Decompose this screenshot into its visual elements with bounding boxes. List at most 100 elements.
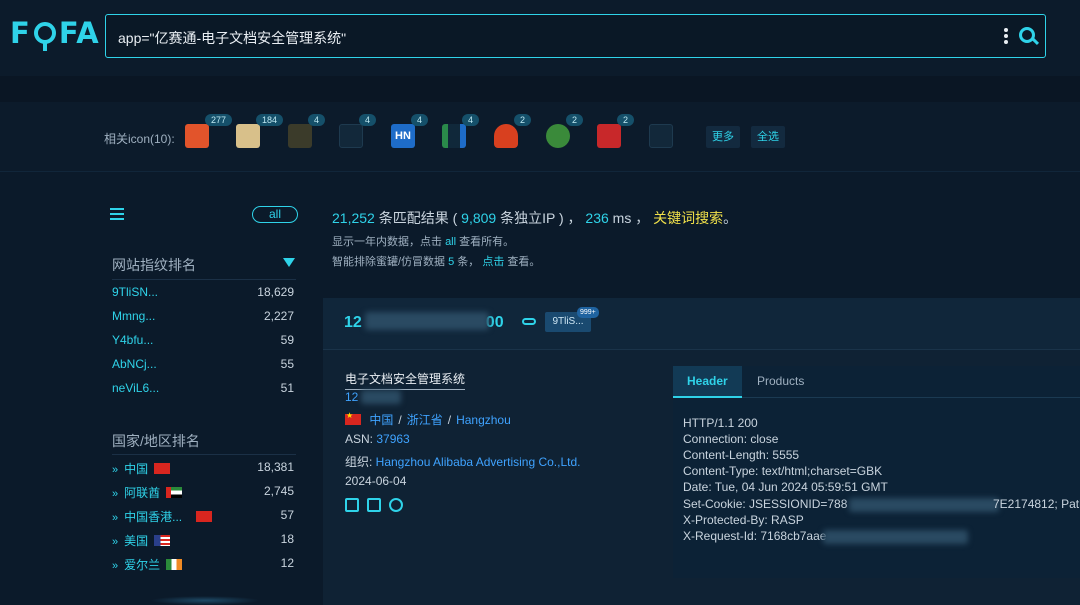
icon-count-badge: 4 <box>462 114 480 126</box>
hongkong-flag-icon <box>196 511 213 522</box>
ip-count: 9,809 <box>461 210 497 226</box>
redacted-cookie <box>849 498 999 512</box>
host-link[interactable]: 12 <box>345 390 358 404</box>
icon-count-badge: 2 <box>514 114 532 126</box>
region-name[interactable]: 中国 <box>124 462 148 476</box>
search-icon[interactable] <box>1019 27 1035 43</box>
result-org: 组织: Hangzhou Alibaba Advertising Co.,Ltd… <box>345 453 580 470</box>
note-text: 查看。 <box>504 256 541 268</box>
double-chevron-icon: » <box>112 560 119 572</box>
fingerprint-item[interactable]: neViL6... 51 <box>112 381 296 399</box>
fingerprint-item[interactable]: AbNCj... 55 <box>112 357 296 375</box>
fingerprint-name[interactable]: AbNCj... <box>112 357 157 371</box>
result-card: 1200 9TliS... 999+ 电子文档安全管理系统 12 中国 / 浙江省 /… <box>323 298 1080 605</box>
response-panel: Header Products HTTP/1.1 200 Connection:… <box>673 366 1080 578</box>
region-item[interactable]: » 爱尔兰 12 <box>112 556 296 574</box>
double-chevron-icon: » <box>112 536 119 548</box>
link-icon[interactable] <box>522 318 536 325</box>
region-name[interactable]: 阿联酋 <box>124 486 160 500</box>
result-title[interactable]: 电子文档安全管理系统 <box>345 370 466 390</box>
fingerprint-name[interactable]: Mmng... <box>112 309 155 323</box>
region-item[interactable]: » 中国 18,381 <box>112 460 296 478</box>
fingerprint-item[interactable]: Mmng... 2,227 <box>112 309 296 327</box>
fav-icon-8[interactable] <box>546 124 570 148</box>
fofa-logo[interactable]: F FA <box>10 16 100 51</box>
fingerprint-count: 2,227 <box>263 309 294 323</box>
summary-text: 。 <box>723 210 738 226</box>
region-item[interactable]: » 阿联酋 2,745 <box>112 484 296 502</box>
more-icons-button[interactable]: 更多 <box>706 126 740 148</box>
refresh-icon[interactable] <box>389 498 403 512</box>
tab-products[interactable]: Products <box>743 366 818 398</box>
fav-icon-3[interactable] <box>288 124 312 148</box>
asn-label: ASN: <box>345 432 377 446</box>
fav-icon-1[interactable] <box>185 124 209 148</box>
keyword-search-link[interactable]: 关键词搜索 <box>653 210 723 226</box>
tab-header[interactable]: Header <box>673 366 742 398</box>
fav-icon-5[interactable]: HN <box>391 124 415 148</box>
more-options-icon[interactable] <box>1003 28 1009 44</box>
region-item[interactable]: » 中国香港... 57 <box>112 508 296 526</box>
result-count: 21,252 <box>332 210 375 226</box>
fav-icon-7[interactable] <box>494 124 518 148</box>
funnel-icon[interactable] <box>283 258 295 267</box>
fingerprint-count: 55 <box>280 357 294 371</box>
related-icons-label: 相关icon(10): <box>104 132 175 146</box>
header-line: Set-Cookie: JSESSIONID=788 <box>683 497 848 511</box>
fingerprint-item[interactable]: 9TliSN... 18,629 <box>112 285 296 303</box>
header-line: HTTP/1.1 200 <box>683 416 758 430</box>
fav-icon-10[interactable] <box>649 124 673 148</box>
country-link[interactable]: 中国 <box>369 413 393 427</box>
search-bar[interactable]: app="亿赛通-电子文档安全管理系统" <box>105 14 1046 58</box>
summary-text: 条独立IP ) ， <box>496 210 586 226</box>
header-line: X-Protected-By: RASP <box>683 513 804 527</box>
region-count: 2,745 <box>263 484 294 498</box>
summary-note-year: 显示一年内数据，点击 all 查看所有。 <box>332 233 514 249</box>
note-text: 条， <box>454 256 483 268</box>
fingerprint-name[interactable]: neViL6... <box>112 381 159 395</box>
header-band <box>0 76 1080 102</box>
province-link[interactable]: 浙江省 <box>407 413 443 427</box>
ireland-flag-icon <box>166 559 183 570</box>
fav-icon-4[interactable] <box>339 124 363 148</box>
region-count: 12 <box>280 556 294 570</box>
code-icon[interactable] <box>345 498 359 512</box>
separator: / <box>447 413 452 427</box>
result-date: 2024-06-04 <box>345 474 407 488</box>
asn-link[interactable]: 37963 <box>376 432 409 446</box>
result-host[interactable]: 12 <box>345 390 358 404</box>
region-count: 57 <box>280 508 294 522</box>
ip-prefix[interactable]: 12 <box>344 314 362 331</box>
logo-letters-fa: FA <box>58 16 100 50</box>
filter-settings-icon[interactable] <box>110 208 124 220</box>
fingerprint-name[interactable]: Y4bfu... <box>112 333 153 347</box>
click-link[interactable]: 点击 <box>482 256 504 268</box>
fingerprint-item[interactable]: Y4bfu... 59 <box>112 333 296 351</box>
city-link[interactable]: Hangzhou <box>456 413 511 427</box>
region-name[interactable]: 中国香港... <box>124 510 182 524</box>
cube-icon[interactable] <box>367 498 381 512</box>
region-name[interactable]: 爱尔兰 <box>124 558 160 572</box>
fav-icon-9[interactable] <box>597 124 621 148</box>
double-chevron-icon: » <box>112 488 119 500</box>
divider <box>112 454 296 455</box>
header-line: X-Request-Id: 7168cb7aae <box>683 529 827 543</box>
redacted-host <box>361 390 401 404</box>
summary-text: ms ， <box>608 210 654 226</box>
icon-count-badge: 4 <box>411 114 429 126</box>
select-all-button[interactable]: 全选 <box>751 126 785 148</box>
region-name[interactable]: 美国 <box>124 534 148 548</box>
fav-icon-6[interactable] <box>442 124 466 148</box>
top-bar: F FA app="亿赛通-电子文档安全管理系统" <box>0 0 1080 76</box>
fingerprint-count: 18,629 <box>257 285 294 299</box>
org-link[interactable]: Hangzhou Alibaba Advertising Co.,Ltd. <box>376 455 581 469</box>
fav-icon-2[interactable] <box>236 124 260 148</box>
response-tabs: Header Products <box>673 366 1080 398</box>
region-item[interactable]: » 美国 18 <box>112 532 296 550</box>
fingerprint-name[interactable]: 9TliSN... <box>112 285 158 299</box>
header-line: Content-Type: text/html;charset=GBK <box>683 464 883 478</box>
view-all-link[interactable]: all <box>445 236 456 248</box>
search-input[interactable]: app="亿赛通-电子文档安全管理系统" <box>118 28 346 48</box>
decorative-glow <box>150 596 260 605</box>
all-toggle-button[interactable]: all <box>252 206 298 223</box>
